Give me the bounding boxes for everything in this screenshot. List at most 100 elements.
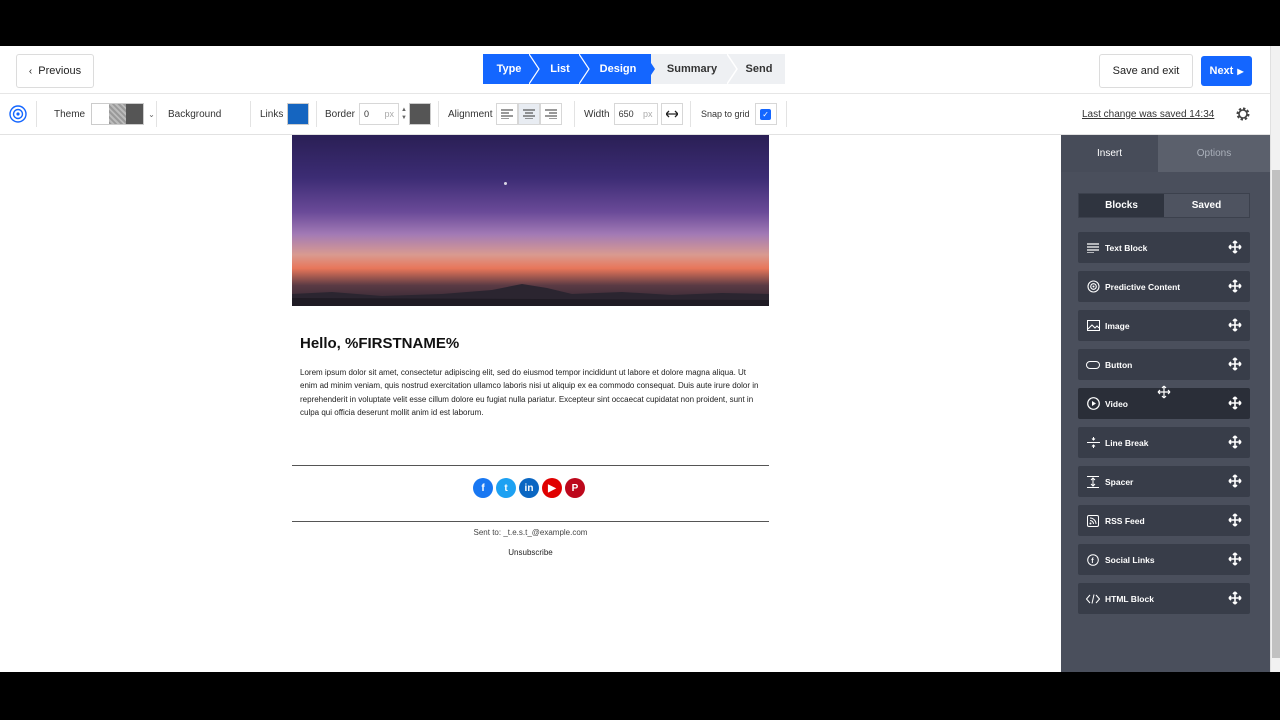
theme-label: Theme [54, 108, 86, 120]
email-body-text[interactable]: Lorem ipsum dolor sit amet, consectetur … [300, 366, 760, 420]
checkmark-icon: ✓ [760, 108, 772, 120]
alignment-control: Alignment [448, 94, 563, 134]
linkedin-icon[interactable]: in [519, 478, 539, 498]
twitter-icon[interactable]: t [496, 478, 516, 498]
target-logo-icon[interactable] [8, 94, 28, 134]
block-button[interactable]: Button [1078, 349, 1250, 380]
chevron-down-icon[interactable]: ⌄ [148, 110, 155, 119]
svg-text:f: f [1091, 558, 1094, 565]
sent-to-text: Sent to: _t.e.s.t_@example.com [473, 528, 588, 537]
align-right-icon[interactable] [540, 103, 563, 125]
caret-right-icon: ▶ [1237, 66, 1244, 76]
block-social-links[interactable]: f Social Links [1078, 544, 1250, 575]
text-lines-icon [1086, 241, 1100, 255]
border-control: Border 0 px ▲ ▼ [325, 94, 431, 134]
width-expand-icon[interactable] [660, 103, 683, 125]
top-bar: ‹ Previous Type List Design Summary Send [0, 46, 1270, 94]
last-saved-link[interactable]: Last change was saved 14:34 [1082, 94, 1214, 134]
step-send[interactable]: Send [733, 54, 785, 84]
move-icon[interactable] [1228, 318, 1242, 332]
unsubscribe-link[interactable]: Unsubscribe [292, 548, 769, 557]
align-left-icon[interactable] [496, 103, 519, 125]
previous-label: Previous [38, 65, 82, 77]
move-icon[interactable] [1228, 513, 1242, 527]
spacer-icon [1086, 475, 1100, 489]
divider-bottom [292, 521, 769, 522]
play-circle-icon [1086, 397, 1100, 411]
block-html[interactable]: HTML Block [1078, 583, 1250, 614]
border-width-input[interactable]: 0 px [359, 103, 400, 125]
width-input[interactable]: 650 px [613, 103, 658, 125]
block-predictive-content[interactable]: Predictive Content [1078, 271, 1250, 302]
block-rss-feed[interactable]: RSS Feed [1078, 505, 1250, 536]
block-spacer[interactable]: Spacer [1078, 466, 1250, 497]
move-icon[interactable] [1228, 552, 1242, 566]
next-button[interactable]: Next ▶ [1201, 56, 1252, 86]
tab-options[interactable]: Options [1158, 135, 1270, 172]
block-text[interactable]: Text Block [1078, 232, 1250, 263]
step-arrow-icon [645, 54, 655, 84]
border-color-swatch[interactable] [408, 103, 431, 125]
social-icon: f [1086, 553, 1100, 567]
theme-swatches[interactable] [91, 103, 145, 125]
align-center-icon[interactable] [518, 103, 541, 125]
youtube-icon[interactable]: ▶ [542, 478, 562, 498]
subtab-blocks[interactable]: Blocks [1079, 194, 1164, 217]
background-control[interactable]: Background [168, 94, 221, 134]
design-toolbar: Theme ⌄ Background Links Border 0 px ▲▼ [0, 94, 1270, 135]
email-greeting[interactable]: Hello, %FIRSTNAME% [300, 335, 459, 352]
hero-image[interactable] [292, 135, 769, 306]
rss-icon [1086, 514, 1100, 528]
snap-checkbox[interactable]: ✓ [754, 103, 777, 125]
line-break-icon [1086, 436, 1100, 450]
step-list[interactable]: List [535, 54, 590, 84]
move-icon[interactable] [1228, 435, 1242, 449]
facebook-icon[interactable]: f [473, 478, 493, 498]
blocks-list: Text Block Predictive Content Image Butt… [1078, 232, 1250, 622]
step-type[interactable]: Type [483, 54, 540, 84]
theme-control[interactable]: Theme ⌄ [54, 94, 155, 134]
width-control: Width 650 px [584, 94, 683, 134]
subtab-saved[interactable]: Saved [1164, 194, 1249, 217]
divider-top [292, 465, 769, 466]
step-arrow-icon [579, 54, 590, 84]
wizard-steps: Type List Design Summary Send [483, 54, 785, 84]
block-line-break[interactable]: Line Break [1078, 427, 1250, 458]
move-icon[interactable] [1228, 240, 1242, 254]
snap-label: Snap to grid [701, 109, 750, 119]
previous-button[interactable]: ‹ Previous [16, 54, 94, 88]
alignment-label: Alignment [448, 108, 493, 120]
gear-icon[interactable] [1235, 94, 1251, 134]
step-summary[interactable]: Summary [651, 54, 738, 84]
move-icon[interactable] [1228, 591, 1242, 605]
snap-to-grid-control: Snap to grid ✓ [701, 94, 777, 134]
pinterest-icon[interactable]: P [565, 478, 585, 498]
code-icon [1086, 592, 1100, 606]
insert-panel: Insert Options Blocks Saved Text Block P… [1061, 135, 1270, 672]
border-stepper[interactable]: ▲ ▼ [401, 106, 407, 122]
target-icon [1086, 280, 1100, 294]
links-label: Links [260, 108, 284, 120]
button-pill-icon [1086, 358, 1100, 372]
links-color-swatch[interactable] [287, 103, 310, 125]
scrollbar-thumb[interactable] [1272, 170, 1280, 658]
step-design[interactable]: Design [585, 54, 655, 84]
block-video[interactable]: Video [1078, 385, 1250, 419]
page-scrollbar[interactable] [1270, 46, 1280, 672]
block-image[interactable]: Image [1078, 310, 1250, 341]
background-label: Background [168, 108, 222, 120]
border-label: Border [325, 108, 356, 120]
move-cursor-icon [1157, 385, 1171, 399]
chevron-left-icon: ‹ [28, 65, 33, 77]
social-links: f t in ▶ P [473, 478, 585, 498]
move-icon[interactable] [1228, 357, 1242, 371]
tab-insert[interactable]: Insert [1061, 135, 1158, 172]
links-control[interactable]: Links [260, 94, 310, 134]
step-arrow-icon [727, 54, 738, 84]
email-canvas: Hello, %FIRSTNAME% Lorem ipsum dolor sit… [0, 135, 1061, 672]
save-and-exit-button[interactable]: Save and exit [1099, 54, 1193, 88]
move-icon[interactable] [1228, 474, 1242, 488]
move-icon[interactable] [1228, 279, 1242, 293]
move-icon[interactable] [1228, 396, 1242, 410]
editor-window: ‹ Previous Type List Design Summary Send [0, 46, 1280, 672]
